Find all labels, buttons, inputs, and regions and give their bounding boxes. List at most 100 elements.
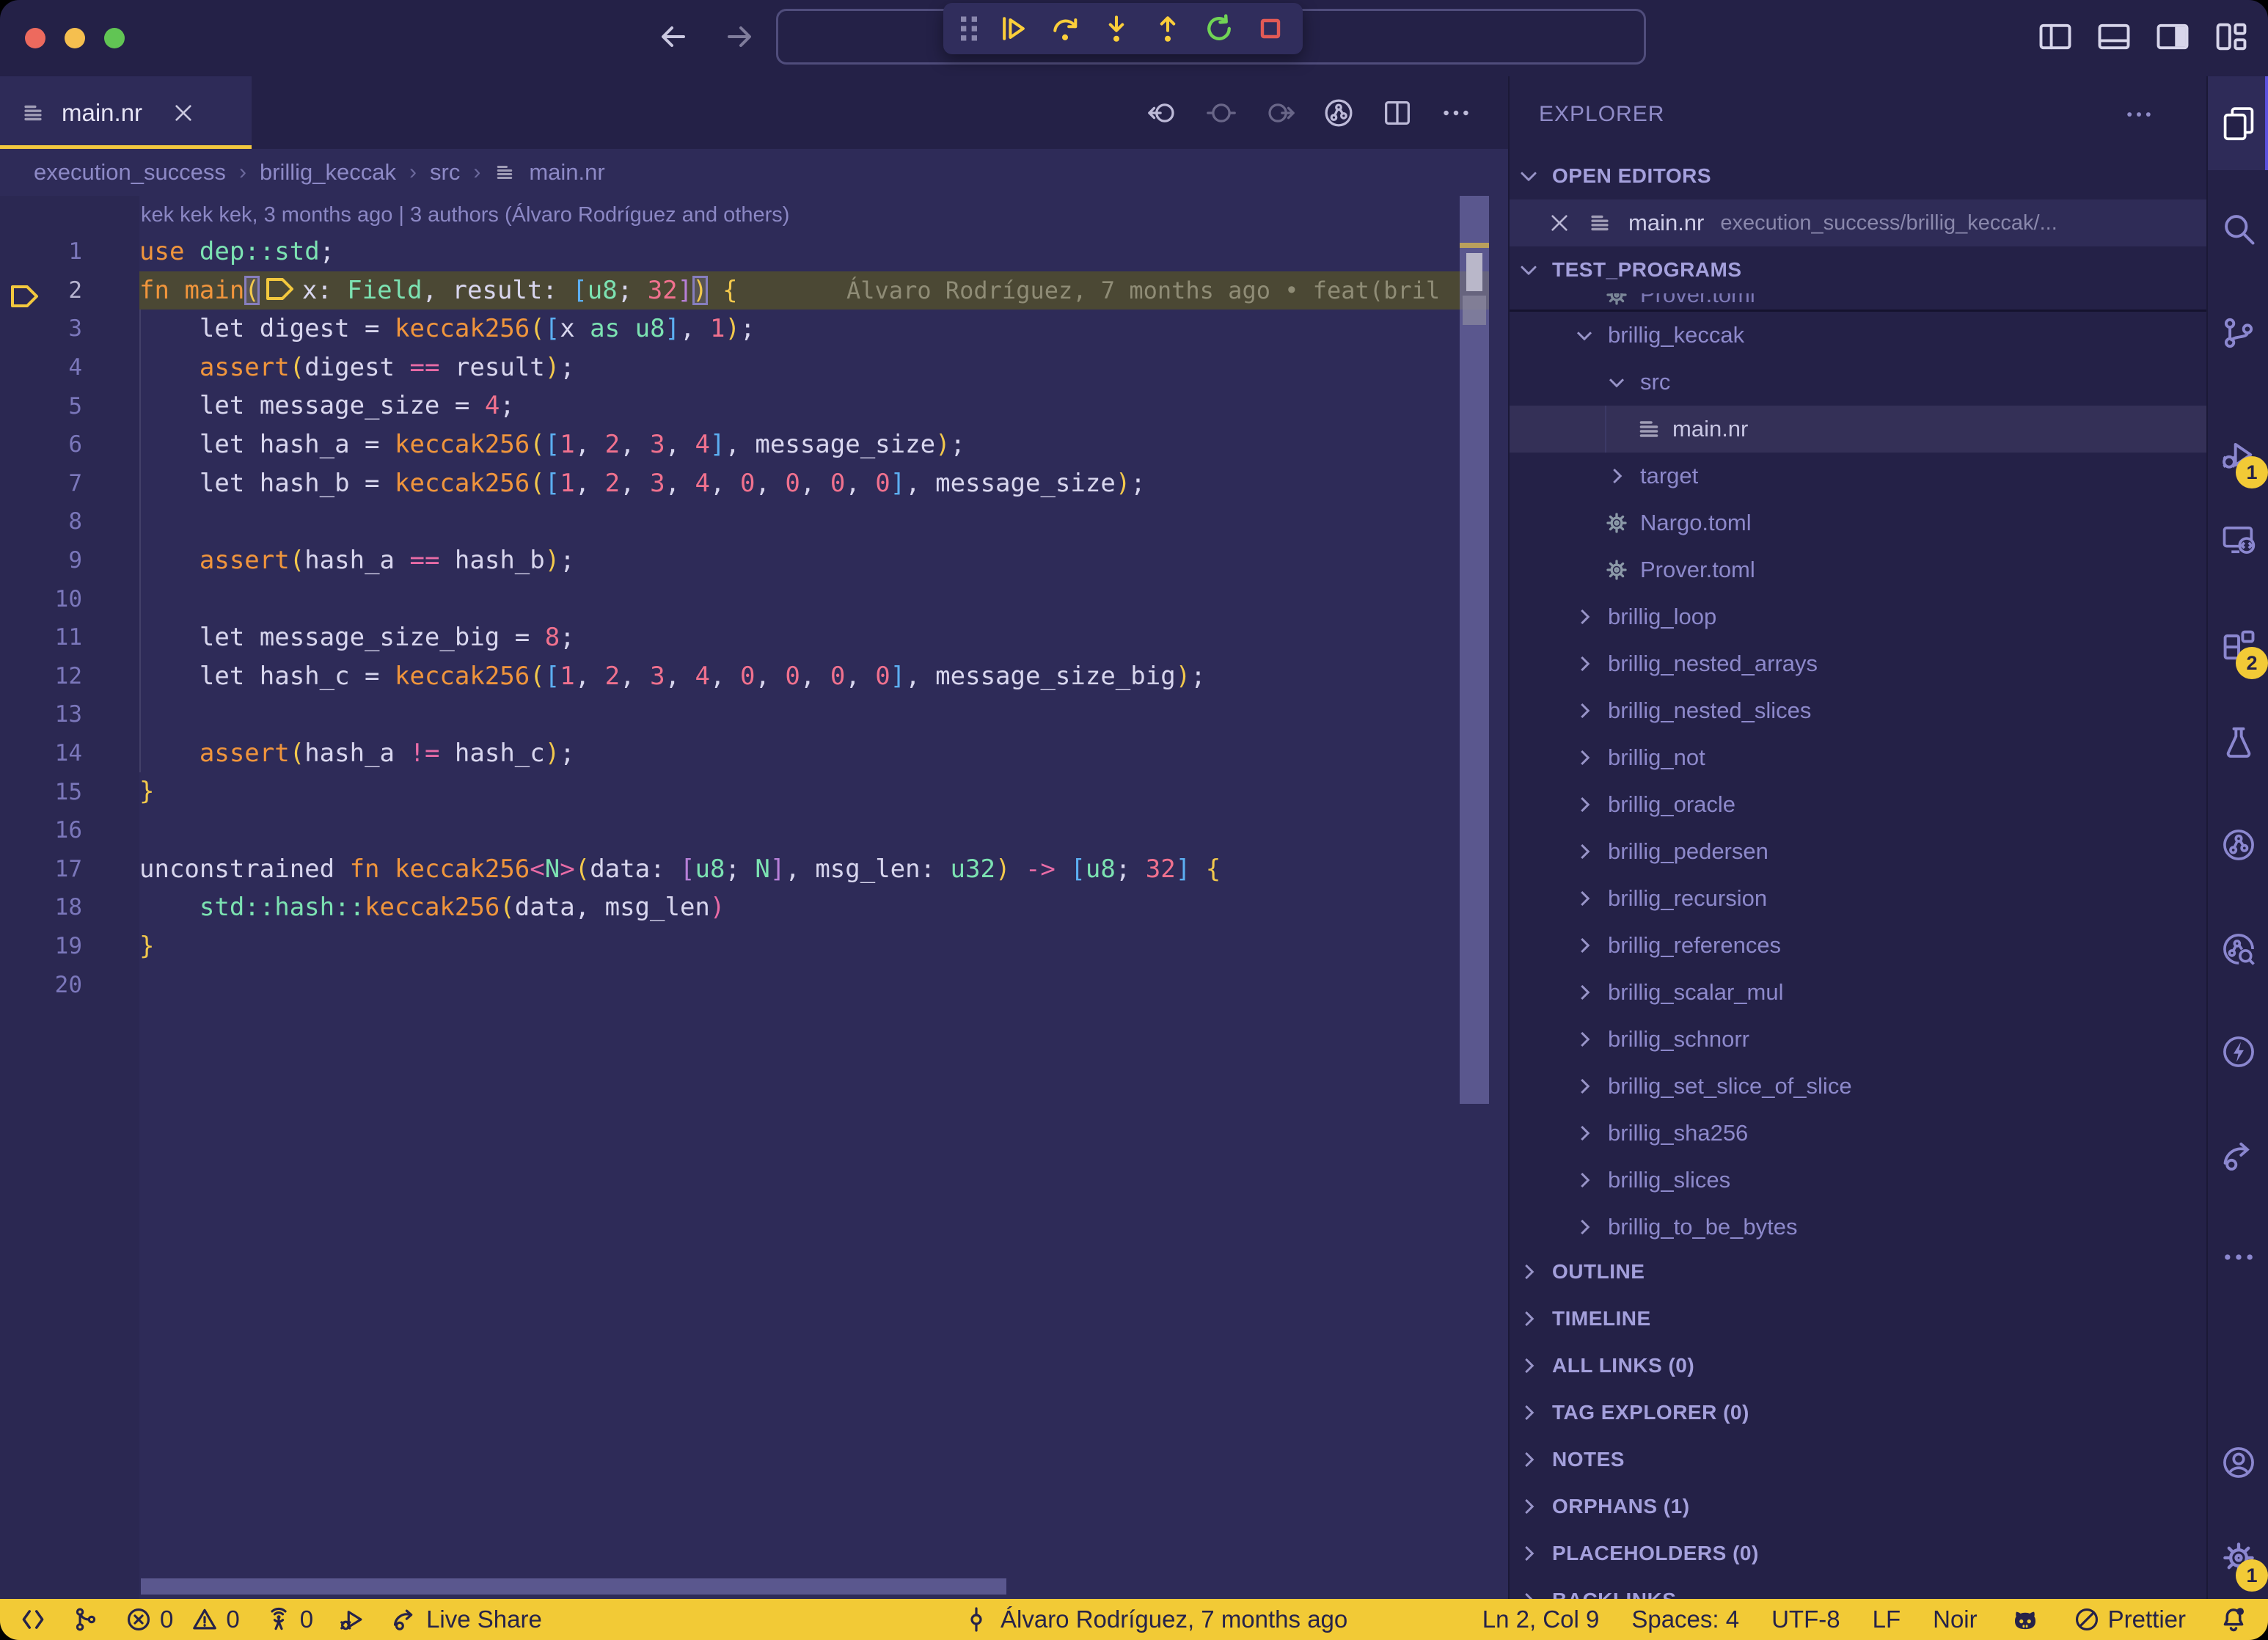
code-line-2[interactable]: 2fn main(x: Field, result: [u8; 32]) {Ál…: [0, 271, 1508, 310]
tree-item-nargo-toml[interactable]: Nargo.toml: [1510, 499, 2206, 546]
eol-sequence[interactable]: LF: [1873, 1606, 1901, 1633]
activity-account[interactable]: [2208, 1416, 2268, 1509]
section-timeline[interactable]: TIMELINE: [1510, 1295, 2206, 1342]
ports-indicator[interactable]: 0: [265, 1606, 313, 1633]
debug-continue-icon[interactable]: [998, 12, 1030, 45]
debug-step-into-icon[interactable]: [1100, 12, 1133, 45]
code-editor[interactable]: kek kek kek, 3 months ago | 3 authors (Á…: [0, 196, 1508, 1599]
code-line-3[interactable]: 3 let digest = keccak256([x as u8], 1);: [0, 310, 1508, 348]
tree-item-brillig-scalar-mul[interactable]: brillig_scalar_mul: [1510, 969, 2206, 1016]
git-graph-icon[interactable]: [72, 1606, 100, 1633]
code-line-12[interactable]: 12 let hash_c = keccak256([1, 2, 3, 4, 0…: [0, 657, 1508, 696]
tree-item-brillig-schnorr[interactable]: brillig_schnorr: [1510, 1016, 2206, 1063]
breadcrumb-item[interactable]: execution_success: [34, 159, 226, 186]
code-line-6[interactable]: 6 let hash_a = keccak256([1, 2, 3, 4], m…: [0, 425, 1508, 464]
activity-run-debug[interactable]: 1: [2208, 408, 2268, 502]
tree-item-brillig-pedersen[interactable]: brillig_pedersen: [1510, 828, 2206, 875]
code-line-9[interactable]: 9 assert(hash_a == hash_b);: [0, 541, 1508, 580]
activity-thunder[interactable]: [2208, 1005, 2268, 1099]
toggle-primary-sidebar-icon[interactable]: [2036, 18, 2074, 56]
tab-main-nr[interactable]: main.nr: [0, 76, 252, 149]
indentation[interactable]: Spaces: 4: [1631, 1606, 1739, 1633]
remote-indicator-icon[interactable]: [19, 1606, 47, 1633]
formatter-status[interactable]: Prettier: [2073, 1606, 2186, 1633]
dependency-graph-action-icon[interactable]: [1322, 96, 1356, 130]
tree-item-target[interactable]: target: [1510, 453, 2206, 499]
section-orphans-1-[interactable]: ORPHANS (1): [1510, 1483, 2206, 1530]
code-line-10[interactable]: 10: [0, 579, 1508, 618]
toggle-panel-icon[interactable]: [2095, 18, 2133, 56]
activity-explorer[interactable]: [2208, 76, 2268, 170]
section-placeholders-0-[interactable]: PLACEHOLDERS (0): [1510, 1530, 2206, 1577]
code-line-17[interactable]: 17unconstrained fn keccak256<N>(data: [u…: [0, 850, 1508, 889]
activity-live-share[interactable]: [2208, 1109, 2268, 1203]
code-line-4[interactable]: 4 assert(digest == result);: [0, 348, 1508, 387]
tree-item-prover-toml[interactable]: Prover.toml: [1510, 546, 2206, 593]
workspace-section-header[interactable]: TEST_PROGRAMS: [1510, 246, 2206, 293]
activity-testing[interactable]: [2208, 695, 2268, 789]
section-outline[interactable]: OUTLINE: [1510, 1248, 2206, 1295]
tree-item-brillig-references[interactable]: brillig_references: [1510, 922, 2206, 969]
horizontal-scrollbar[interactable]: [141, 1578, 1006, 1595]
tree-item-brillig-to-be-bytes[interactable]: brillig_to_be_bytes: [1510, 1204, 2206, 1251]
github-octoface-icon[interactable]: [2010, 1604, 2041, 1635]
breadcrumb-item[interactable]: brillig_keccak: [260, 159, 396, 186]
code-line-13[interactable]: 13: [0, 695, 1508, 734]
language-mode[interactable]: Noir: [1933, 1606, 1978, 1633]
tree-item-brillig-nested-arrays[interactable]: brillig_nested_arrays: [1510, 640, 2206, 687]
activity-dependency-graph[interactable]: [2208, 798, 2268, 892]
tree-item-prover-toml[interactable]: Prover.toml: [1510, 293, 2206, 310]
activity-more[interactable]: [2208, 1210, 2268, 1304]
activity-settings[interactable]: 1: [2208, 1511, 2268, 1605]
debug-console-icon[interactable]: [338, 1606, 366, 1633]
customize-layout-icon[interactable]: [2212, 18, 2250, 56]
tree-item-brillig-nested-slices[interactable]: brillig_nested_slices: [1510, 687, 2206, 734]
tree-item-brillig-set-slice-of-slice[interactable]: brillig_set_slice_of_slice: [1510, 1063, 2206, 1110]
inline-breakpoint-marker-icon[interactable]: [263, 273, 296, 305]
tree-item-src[interactable]: src: [1510, 359, 2206, 406]
code-line-16[interactable]: 16: [0, 811, 1508, 850]
code-line-14[interactable]: 14 assert(hash_a != hash_c);: [0, 734, 1508, 773]
tree-item-main-nr[interactable]: main.nr: [1510, 406, 2206, 453]
activity-source-control[interactable]: [2208, 286, 2268, 380]
nav-back-icon[interactable]: [656, 19, 691, 54]
toggle-secondary-sidebar-icon[interactable]: [2154, 18, 2192, 56]
breadcrumb-item[interactable]: src: [430, 159, 460, 186]
open-editors-section-header[interactable]: OPEN EDITORS: [1510, 153, 2206, 199]
status-bar-commit[interactable]: Álvaro Rodríguez, 7 months ago: [962, 1599, 1347, 1640]
code-line-18[interactable]: 18 std::hash::keccak256(data, msg_len): [0, 888, 1508, 927]
activity-extensions[interactable]: 2: [2208, 598, 2268, 692]
tree-item-brillig-keccak[interactable]: brillig_keccak: [1510, 312, 2206, 359]
nav-forward-icon[interactable]: [722, 19, 757, 54]
code-line-20[interactable]: 20: [0, 965, 1508, 1004]
minimize-window-button[interactable]: [65, 28, 85, 48]
section-notes[interactable]: NOTES: [1510, 1436, 2206, 1483]
debug-stop-icon[interactable]: [1254, 12, 1287, 45]
tree-item-brillig-not[interactable]: brillig_not: [1510, 734, 2206, 781]
code-line-19[interactable]: 19}: [0, 927, 1508, 966]
go-forward-icon[interactable]: [1263, 96, 1297, 130]
section-tag-explorer-0-[interactable]: TAG EXPLORER (0): [1510, 1389, 2206, 1436]
tree-item-brillig-slices[interactable]: brillig_slices: [1510, 1157, 2206, 1204]
tab-close-icon[interactable]: [172, 101, 195, 125]
code-line-8[interactable]: 8: [0, 502, 1508, 541]
explorer-more-actions-icon[interactable]: [2123, 98, 2155, 131]
live-share-status[interactable]: Live Share: [391, 1606, 542, 1633]
activity-graph-search[interactable]: [2208, 902, 2268, 996]
debug-step-over-icon[interactable]: [1049, 12, 1081, 45]
breadcrumb-item[interactable]: main.nr: [529, 159, 604, 186]
debug-restart-icon[interactable]: [1203, 12, 1235, 45]
encoding[interactable]: UTF-8: [1771, 1606, 1840, 1633]
tree-item-brillig-loop[interactable]: brillig_loop: [1510, 593, 2206, 640]
debug-current-line-marker-icon[interactable]: [7, 280, 41, 312]
code-line-5[interactable]: 5 let message_size = 4;: [0, 387, 1508, 425]
activity-search[interactable]: [2208, 182, 2268, 276]
split-editor-icon[interactable]: [1380, 96, 1414, 130]
zoom-window-button[interactable]: [104, 28, 125, 48]
debug-step-out-icon[interactable]: [1152, 12, 1184, 45]
vertical-scrollbar[interactable]: [1460, 196, 1489, 1104]
open-editor-item-main-nr[interactable]: main.nr execution_success/brillig_keccak…: [1510, 199, 2206, 246]
tree-item-brillig-recursion[interactable]: brillig_recursion: [1510, 875, 2206, 922]
problems-indicator[interactable]: 0 0: [125, 1606, 240, 1633]
go-last-location-icon[interactable]: [1204, 96, 1238, 130]
